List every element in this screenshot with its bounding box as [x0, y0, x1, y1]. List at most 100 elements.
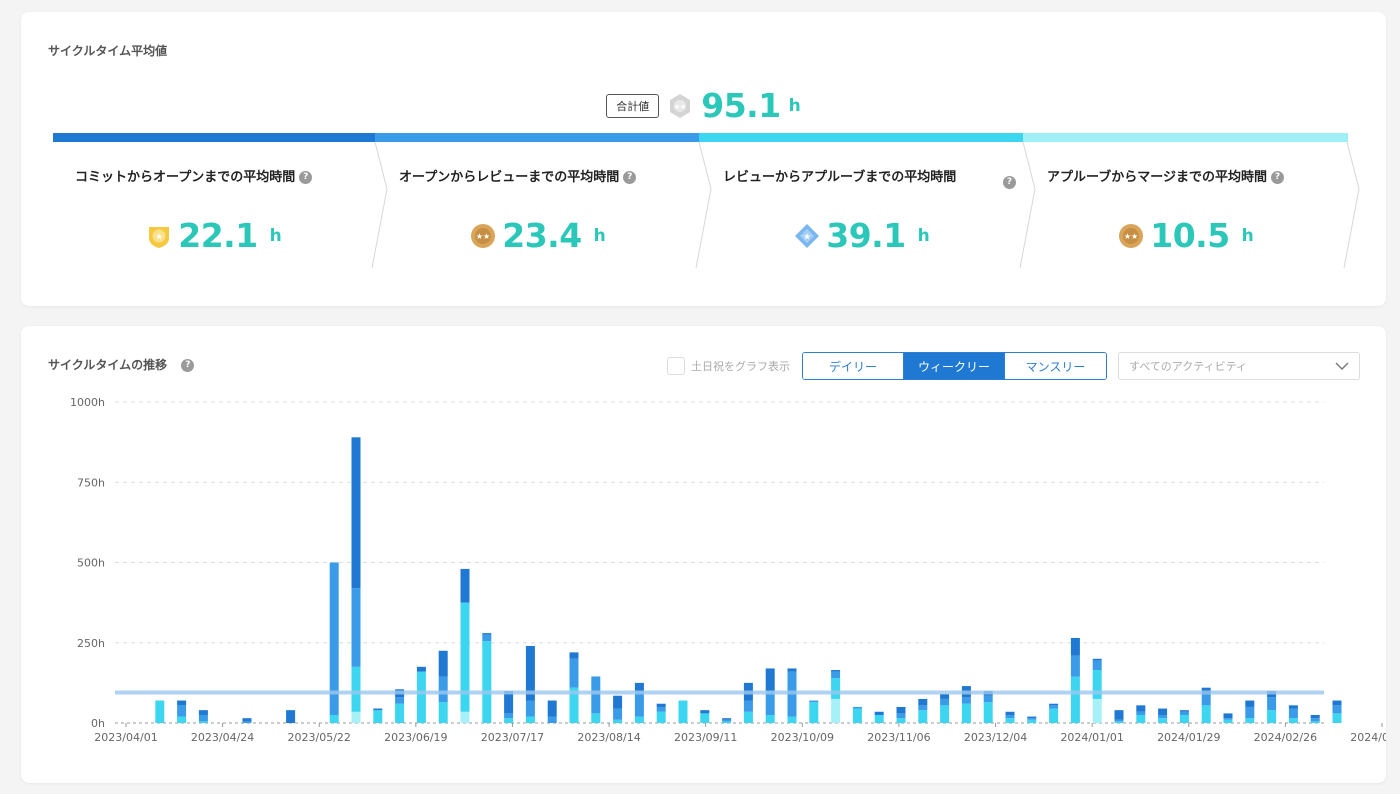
bar-segment	[700, 710, 710, 714]
bar-segment	[416, 671, 426, 723]
cycle-time-bar-chart: 0h 250h 500h 750h 1000h 2023/04/01 2023/04/24 2…	[70, 396, 1386, 744]
bar-segment	[656, 711, 666, 723]
bar-segment	[656, 703, 666, 707]
bar-segment	[831, 671, 841, 679]
bar-segment	[722, 719, 732, 722]
bronze-stars-medal-icon: ★★	[471, 223, 496, 248]
bar-segment	[700, 713, 710, 723]
bar-segment	[896, 713, 906, 719]
total-unit: h	[788, 95, 801, 116]
bar-segment	[1158, 714, 1168, 719]
x-tick-label: 2023/04/01	[94, 731, 157, 744]
stage-value-row: ★ 22.1 h	[53, 216, 375, 255]
bar-segment	[1245, 706, 1255, 719]
bar-segment	[1070, 676, 1080, 723]
stage-value-row: ★★ 23.4 h	[377, 216, 699, 255]
stage-bar-approve	[1023, 133, 1348, 142]
svg-text:★★: ★★	[476, 232, 490, 241]
bar-segment	[242, 721, 252, 723]
help-icon[interactable]: ?	[1270, 171, 1284, 184]
bar-segment	[1332, 713, 1342, 723]
bar-segment	[416, 666, 426, 672]
bar-segment	[525, 716, 535, 723]
y-tick-label: 250h	[77, 637, 105, 650]
bar-segment	[961, 703, 971, 723]
bar-segment	[504, 713, 514, 719]
blue-diamond-icon: ★	[795, 223, 820, 248]
y-tick-label: 500h	[77, 557, 105, 570]
bar-segment	[242, 718, 252, 722]
bar-segment	[613, 708, 623, 720]
stage-unit: h	[1241, 225, 1254, 246]
x-tick-label: 2023/06/19	[384, 731, 447, 744]
bar-segment	[896, 718, 906, 723]
bar-segment	[351, 711, 361, 723]
bar-segment	[547, 716, 557, 723]
bar-segment	[198, 721, 208, 723]
svg-text:★: ★	[155, 232, 163, 242]
stage-bar-open	[375, 133, 699, 142]
bar-segment	[1049, 703, 1059, 706]
bar-segment	[765, 714, 775, 723]
bar-segment	[1310, 721, 1320, 723]
bar-segment	[591, 713, 601, 723]
x-tick-label: 2023/08/14	[577, 731, 640, 744]
stage-name-review: レビューからアプルーブまでの平均時間	[723, 168, 988, 188]
bar-segment	[940, 694, 950, 699]
bar-segment	[656, 706, 666, 712]
bar-segment	[918, 705, 928, 711]
bar-segment	[1114, 719, 1124, 722]
bar-segment	[1005, 711, 1015, 715]
x-tick-label: 2024/02/26	[1254, 731, 1317, 744]
help-icon[interactable]: ?	[1003, 176, 1016, 189]
bar-segment	[1005, 718, 1015, 723]
bar-segment	[351, 437, 361, 589]
bar-segment	[809, 700, 819, 703]
bar-segment	[1310, 718, 1320, 722]
bar-segment	[1267, 710, 1277, 723]
bar-segment	[395, 697, 405, 704]
bar-segment	[765, 668, 775, 691]
bar-segment	[613, 695, 623, 709]
stage-bar-commit	[53, 133, 375, 142]
bar-segment	[1201, 694, 1211, 706]
bar-segment	[765, 690, 775, 715]
stage-pipeline: コミットからオープンまでの平均時間? ★ 22.1 h オープンからレビューまで…	[53, 133, 1363, 268]
stage-label: レビューからアプルーブまでの平均時間	[723, 170, 957, 185]
bar-segment	[1223, 719, 1233, 723]
stage-unit: h	[917, 225, 930, 246]
bar-segment	[787, 716, 797, 723]
bar-segment	[1092, 670, 1102, 699]
bar-segment	[438, 702, 448, 723]
bar-segment	[1005, 714, 1015, 719]
bronze-stars-medal-icon: ★★	[1119, 223, 1144, 248]
cycle-time-summary-card: サイクルタイム平均値 合計値 ★★ 95.1 h コミットからオープンまでの平均…	[21, 12, 1386, 306]
bar-segment	[1027, 719, 1037, 723]
bar-segment	[1114, 710, 1124, 720]
x-tick-label: 2023/07/17	[481, 731, 544, 744]
bar-segment	[831, 678, 841, 699]
bar-segment	[613, 719, 623, 723]
bar-segment	[1288, 705, 1298, 709]
bar-segment	[1049, 708, 1059, 723]
bar-segment	[1027, 718, 1037, 720]
bar-segment	[1245, 718, 1255, 723]
bar-segment	[1179, 714, 1189, 723]
bar-segment	[569, 652, 579, 659]
bar-segment	[460, 568, 470, 603]
summary-title: サイクルタイム平均値	[48, 44, 168, 58]
x-tick-label: 2023/11/06	[867, 731, 930, 744]
help-icon[interactable]: ?	[623, 171, 637, 184]
bar-segment	[1092, 698, 1102, 723]
bar-segment	[831, 670, 841, 672]
bar-segment	[896, 706, 906, 714]
stage-approve-to-merge: アプルーブからマージまでの平均時間? ★★ 10.5 h	[1025, 142, 1347, 266]
bar-segment	[1310, 714, 1320, 719]
cycle-time-trend-card: サイクルタイムの推移 ? 土日祝をグラフ表示 デイリー ウィークリー マンスリー…	[21, 326, 1386, 783]
help-icon[interactable]: ?	[299, 171, 313, 184]
bar-segment	[787, 668, 797, 672]
stage-unit: h	[269, 225, 282, 246]
stage-label: コミットからオープンまでの平均時間	[75, 170, 296, 185]
bar-segment	[177, 705, 187, 717]
total-badge: 合計値	[606, 93, 660, 118]
